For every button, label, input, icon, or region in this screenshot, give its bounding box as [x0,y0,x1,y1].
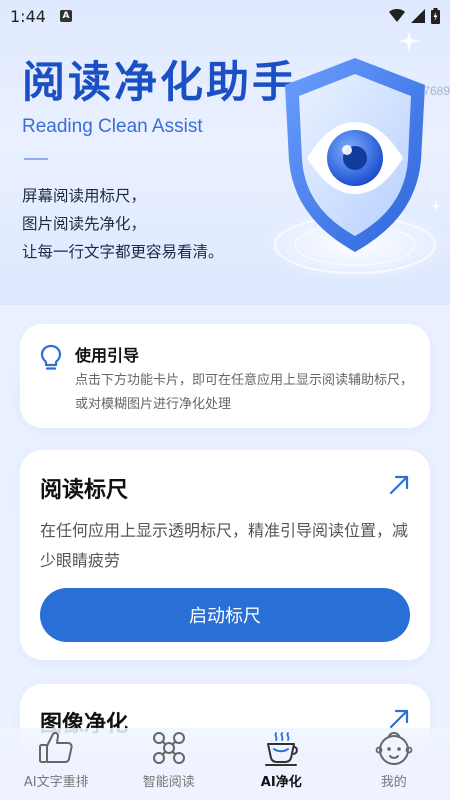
hero-subtitle: Reading Clean Assist [22,116,203,137]
reading-ruler-card[interactable]: 阅读标尺 在任何应用上显示透明标尺，精准引导阅读位置，减少眼睛疲劳 启动标尺 [20,450,430,660]
sparkle-icon [430,200,442,212]
nav-item-ai-purify[interactable]: AI净化 [225,728,338,800]
hero-desc-line: 图片阅读先净化， [22,215,147,233]
nav-label: AI净化 [260,775,302,790]
bottom-nav: AI文字重排 智能阅读 AI净化 我的 [0,728,450,800]
nav-label: 智能阅读 [142,775,195,790]
nav-item-mine[interactable]: 我的 [338,728,450,800]
battery-icon [431,8,440,24]
status-icons [389,8,440,24]
start-ruler-button[interactable]: 启动标尺 [40,588,410,642]
baby-face-icon [375,732,413,765]
cup-icon [265,732,299,766]
thumbs-up-icon [39,731,73,763]
signal-icon [411,9,425,23]
hero-description: 屏幕阅读用标尺， 图片阅读先净化， 让每一行文字都更容易看清。 [22,182,224,266]
reading-ruler-description: 在任何应用上显示透明标尺，精准引导阅读位置，减少眼睛疲劳 [40,521,409,570]
hero-desc-line: 让每一行文字都更容易看清。 [22,243,224,261]
status-time: 1:44 [10,6,46,26]
wifi-icon [389,9,405,22]
nav-label: 我的 [380,775,407,790]
arrow-up-right-icon[interactable] [388,474,410,496]
arrow-up-right-icon[interactable] [388,708,410,730]
hero-divider [24,158,48,160]
guide-text: 点击下方功能卡片，即可在任意应用上显示阅读辅助标尺，或对模糊图片进行净化处理 [75,373,414,412]
nav-item-ai-text-reflow[interactable]: AI文字重排 [0,728,113,800]
nav-label: AI文字重排 [23,775,89,790]
shield-eye-icon [260,58,450,283]
hero-desc-line: 屏幕阅读用标尺， [22,187,147,205]
a-icon: A [59,10,72,22]
sparkle-icon [398,30,420,52]
lightbulb-icon [40,344,62,370]
guide-title: 使用引导 [75,346,140,365]
guide-card: 使用引导 点击下方功能卡片，即可在任意应用上显示阅读辅助标尺，或对模糊图片进行净… [20,324,430,428]
reading-ruler-title: 阅读标尺 [40,478,129,503]
molecule-icon [152,732,185,764]
status-bar: 1:44 A [0,0,450,32]
nav-item-smart-reading[interactable]: 智能阅读 [113,728,226,800]
hero-banner: 阅读净化助手 Reading Clean Assist 屏幕阅读用标尺， 图片阅… [0,0,450,305]
